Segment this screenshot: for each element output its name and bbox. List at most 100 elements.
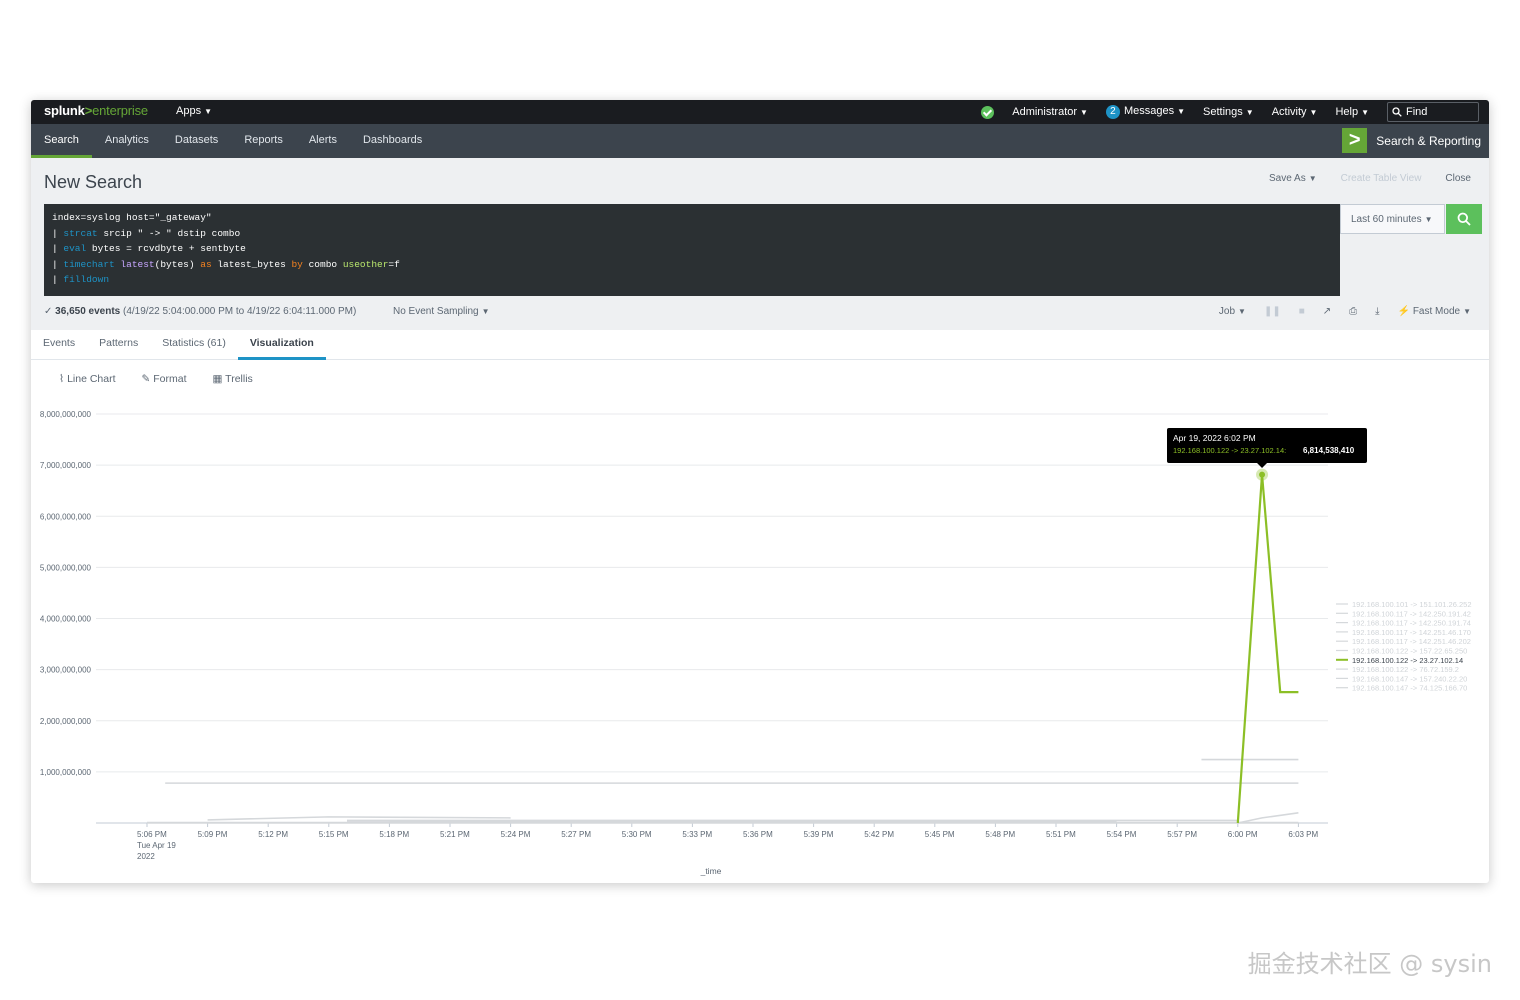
line-chart[interactable]: 8,000,000,000 7,000,000,000 6,000,000,000 5… — [31, 400, 1489, 883]
legend-entry: 192.168.100.117 -> 142.250.191.74 — [1352, 619, 1471, 628]
page-title: New Search — [44, 172, 143, 192]
tooltip-value: 6,814,538,410 — [1303, 446, 1355, 455]
x-tick-label: 5:39 PM — [804, 830, 834, 839]
x-tick-label: 5:57 PM — [1167, 830, 1197, 839]
x-tick-label: 5:42 PM — [864, 830, 894, 839]
search-icon — [1392, 107, 1402, 117]
search-query-editor[interactable]: index=syslog host="_gateway" | strcat sr… — [44, 204, 1340, 296]
messages-count-badge: 2 — [1105, 105, 1120, 119]
stop-icon[interactable]: ■ — [1299, 306, 1305, 317]
x-tick-label: 5:12 PM — [258, 830, 288, 839]
results-tabs: Events Patterns Statistics (61) Visualiz… — [31, 330, 1489, 360]
top-bar: splunk>enterprise Apps ▼ Administrator ▼ 2… — [31, 100, 1489, 124]
y-tick-label: 6,000,000,000 — [40, 512, 92, 521]
x-tick-label: 5:06 PM — [137, 830, 167, 839]
x-tick-sublabel: Tue Apr 19 — [137, 841, 176, 850]
y-tick-label: 5,000,000,000 — [40, 563, 92, 572]
search-button[interactable] — [1446, 204, 1482, 234]
nav-tab-datasets[interactable]: Datasets — [162, 124, 231, 158]
x-tick-label: 5:18 PM — [379, 830, 409, 839]
query-line: | filldown — [52, 274, 110, 286]
search-icon — [1457, 212, 1471, 226]
y-tick-label: 1,000,000,000 — [40, 768, 92, 777]
x-tick-sublabel: 2022 — [137, 852, 155, 861]
x-tick-label: 5:27 PM — [561, 830, 591, 839]
pencil-icon: ✎ — [141, 373, 151, 385]
x-tick-label: 5:48 PM — [985, 830, 1015, 839]
x-tick-label: 5:51 PM — [1046, 830, 1076, 839]
trellis-menu[interactable]: ▦ Trellis — [213, 373, 253, 385]
x-tick-label: 6:03 PM — [1288, 830, 1318, 839]
help-menu[interactable]: Help ▼ — [1335, 106, 1369, 118]
x-tick-label: 5:33 PM — [682, 830, 712, 839]
tab-visualization[interactable]: Visualization — [237, 330, 326, 360]
nav-tab-analytics[interactable]: Analytics — [92, 124, 162, 158]
print-icon[interactable]: ⎙ — [1349, 306, 1357, 317]
x-tick-label: 5:24 PM — [501, 830, 531, 839]
nav-tab-alerts[interactable]: Alerts — [296, 124, 350, 158]
search-app-icon: > — [1342, 128, 1368, 153]
line-chart-menu[interactable]: ⌇ Line Chart — [59, 373, 116, 385]
tooltip-title: Apr 19, 2022 6:02 PM — [1173, 433, 1256, 443]
app-nav-bar: Search Analytics Datasets Reports Alerts… — [31, 124, 1489, 158]
export-icon[interactable]: ⤓ — [1375, 306, 1379, 317]
legend-entry: 192.168.100.147 -> 157.240.22.20 — [1352, 674, 1467, 683]
nav-tab-search[interactable]: Search — [31, 124, 92, 158]
series-line — [207, 816, 511, 821]
splunk-logo[interactable]: splunk>enterprise — [44, 103, 148, 118]
splunk-window: splunk>enterprise Apps ▼ Administrator ▼ 2… — [31, 100, 1489, 883]
legend-entry: 192.168.100.101 -> 151.101.26.252 — [1352, 600, 1471, 609]
job-menu[interactable]: Job ▼ — [1219, 306, 1246, 317]
x-tick-label: 5:30 PM — [622, 830, 652, 839]
nav-tab-reports[interactable]: Reports — [231, 124, 296, 158]
query-line: | eval bytes = rcvdbyte + sentbyte — [52, 243, 246, 255]
y-tick-label: 8,000,000,000 — [40, 410, 92, 419]
administrator-menu[interactable]: Administrator ▼ — [1012, 106, 1088, 118]
create-table-view-button[interactable]: Create Table View — [1341, 173, 1422, 184]
grid-icon: ▦ — [212, 373, 223, 385]
x-tick-label: 5:09 PM — [198, 830, 228, 839]
search-mode-menu[interactable]: ⚡ Fast Mode ▼ — [1398, 306, 1471, 317]
share-icon[interactable]: ↗ — [1323, 306, 1331, 317]
x-tick-label: 5:45 PM — [925, 830, 955, 839]
event-count-status: ✓ 36,650 events (4/19/22 5:04:00.000 PM … — [44, 306, 357, 317]
apps-menu[interactable]: Apps ▼ — [176, 105, 212, 117]
health-ok-icon[interactable] — [981, 105, 995, 119]
activity-menu[interactable]: Activity ▼ — [1272, 106, 1318, 118]
x-tick-label: 5:54 PM — [1107, 830, 1137, 839]
y-tick-label: 7,000,000,000 — [40, 461, 92, 470]
y-tick-label: 3,000,000,000 — [40, 666, 92, 675]
x-tick-label: 6:00 PM — [1228, 830, 1258, 839]
settings-menu[interactable]: Settings ▼ — [1203, 106, 1254, 118]
legend-entry: 192.168.100.147 -> 74.125.166.70 — [1352, 684, 1467, 693]
legend-entry: 192.168.100.122 -> 76.72.159.2 — [1352, 665, 1459, 674]
legend-entry: 192.168.100.117 -> 142.250.191.42 — [1352, 609, 1471, 618]
find-input[interactable]: Find — [1387, 102, 1479, 122]
query-line: | strcat srcip " -> " dstip combo — [52, 227, 241, 239]
x-tick-label: 5:21 PM — [440, 830, 470, 839]
query-line: index=syslog host="_gateway" — [52, 212, 212, 223]
format-menu[interactable]: ✎ Format — [142, 373, 187, 385]
tab-events[interactable]: Events — [31, 330, 87, 359]
query-line: | timechart latest(bytes) as latest_byte… — [52, 258, 400, 270]
y-tick-label: 4,000,000,000 — [40, 615, 92, 624]
app-title[interactable]: > Search & Reporting — [1342, 128, 1481, 153]
save-as-menu[interactable]: Save As ▼ — [1269, 173, 1317, 184]
tab-patterns[interactable]: Patterns — [87, 330, 150, 359]
messages-menu[interactable]: 2 Messages ▼ — [1105, 105, 1185, 119]
pause-icon[interactable]: ❚❚ — [1264, 306, 1281, 317]
x-axis-title: _time — [700, 866, 722, 876]
legend-entry: 192.168.100.117 -> 142.251.46.202 — [1352, 637, 1471, 646]
tab-statistics[interactable]: Statistics (61) — [150, 330, 238, 359]
line-chart-icon: ⌇ — [59, 373, 65, 385]
close-button[interactable]: Close — [1445, 173, 1471, 184]
search-header: New Search Save As ▼ Create Table View Cl… — [31, 158, 1489, 330]
series-line — [1237, 811, 1299, 824]
y-tick-label: 2,000,000,000 — [40, 717, 92, 726]
watermark: 掘金技术社区 @ sysin — [1247, 950, 1492, 978]
event-sampling-menu[interactable]: No Event Sampling ▼ — [393, 306, 490, 317]
x-tick-label: 5:36 PM — [743, 830, 773, 839]
nav-tab-dashboards[interactable]: Dashboards — [350, 124, 435, 158]
legend-entry: 192.168.100.122 -> 23.27.102.14 — [1352, 656, 1463, 665]
time-range-picker[interactable]: Last 60 minutes ▼ — [1340, 204, 1445, 234]
